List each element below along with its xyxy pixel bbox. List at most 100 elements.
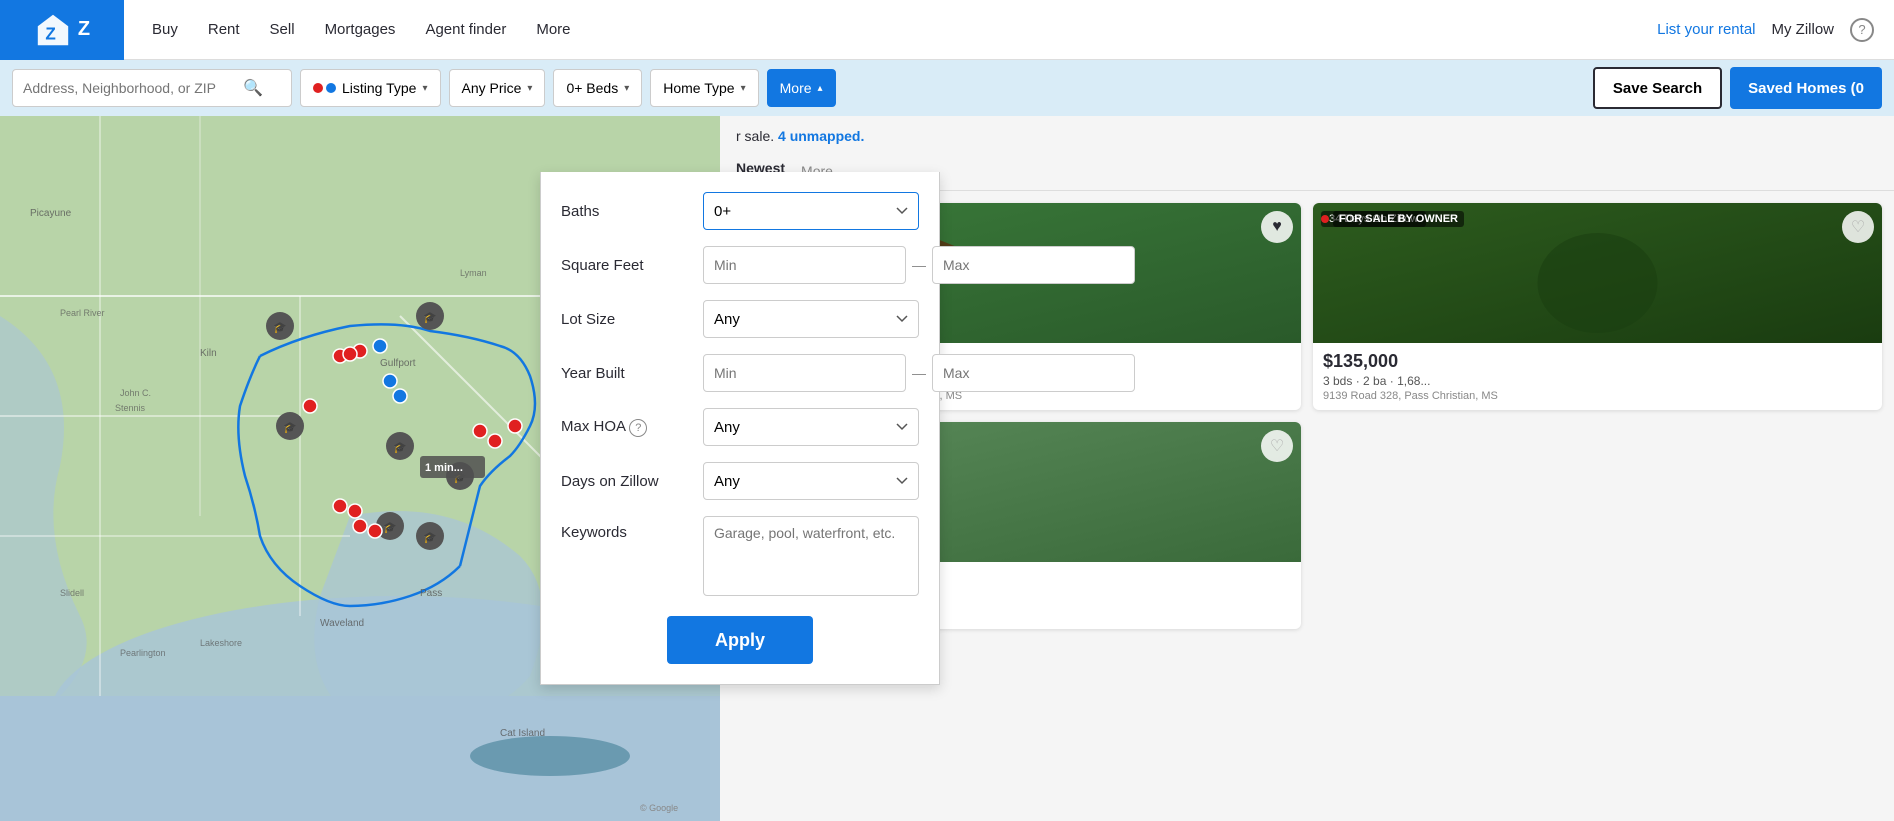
sqft-dash: — [912, 257, 926, 273]
listing-details: 3 bds · 2 ba · 1,68... [1323, 374, 1872, 388]
listing-image: 34 Days On Zillow FOR SALE BY OWNER ♡ [1313, 203, 1882, 343]
days-on-zillow-row: Days on Zillow Any 1 day 7 days 14 days … [561, 462, 919, 500]
svg-text:Stennis: Stennis [115, 403, 146, 413]
listings-count-text: r sale. [736, 128, 778, 144]
unmapped-count[interactable]: 4 unmapped. [778, 128, 864, 144]
lot-size-row: Lot Size Any 1,000 sqft 2,000 sqft 5,000… [561, 300, 919, 338]
badge-dot [1321, 215, 1329, 223]
more-filters-panel: Baths 0+ 1+ 1.5+ 2+ 3+ 4+ Square Feet — … [540, 172, 940, 685]
year-built-label: Year Built [561, 365, 691, 382]
listing-sqft: 1,68... [1397, 374, 1430, 388]
svg-text:Pearl River: Pearl River [60, 308, 105, 318]
home-type-filter[interactable]: Home Type ▾ [650, 69, 758, 107]
listing-type-filter[interactable]: Listing Type ▾ [300, 69, 441, 107]
svg-text:1 min...: 1 min... [425, 462, 463, 474]
svg-text:Pass: Pass [420, 588, 442, 599]
svg-text:🎓: 🎓 [283, 422, 297, 434]
sqft-row: Square Feet — [561, 246, 919, 284]
nav-buy[interactable]: Buy [140, 13, 190, 46]
save-listing-button[interactable]: ♡ [1842, 211, 1874, 243]
dot-red [313, 83, 323, 93]
svg-text:Slidell: Slidell [60, 588, 84, 598]
listings-header: r sale. 4 unmapped. [720, 116, 1894, 156]
apply-button[interactable]: Apply [667, 616, 813, 664]
search-icon: 🔍 [243, 78, 263, 98]
filter-bar: 🔍 Listing Type ▾ Any Price ▾ 0+ Beds ▾ H… [0, 60, 1894, 116]
more-chevron: ▴ [818, 83, 823, 94]
save-search-button[interactable]: Save Search [1593, 67, 1722, 109]
beds-chevron: ▾ [624, 83, 629, 94]
nav-sell[interactable]: Sell [258, 13, 307, 46]
beds-label: 0+ Beds [566, 80, 618, 96]
listing-info: $135,000 3 bds · 2 ba · 1,68... 9139 Roa… [1313, 343, 1882, 410]
year-built-row: Year Built — [561, 354, 919, 392]
listing-baths: 2 ba [1363, 374, 1386, 388]
max-hoa-select[interactable]: Any $100/mo $200/mo $300/mo $500/mo [703, 408, 919, 446]
help-button[interactable]: ? [1850, 18, 1874, 42]
keywords-row: Keywords [561, 516, 919, 596]
main-content: Picayune Pearl River John C. Stennis Kil… [0, 116, 1894, 821]
svg-text:Z: Z [45, 24, 55, 43]
listing-card[interactable]: 34 Days On Zillow FOR SALE BY OWNER ♡ $1… [1313, 203, 1882, 410]
price-label: Any Price [462, 80, 522, 96]
search-box[interactable]: 🔍 [12, 69, 292, 107]
baths-select[interactable]: 0+ 1+ 1.5+ 2+ 3+ 4+ [703, 192, 919, 230]
svg-text:Kiln: Kiln [200, 348, 217, 359]
lot-size-select[interactable]: Any 1,000 sqft 2,000 sqft 5,000 sqft 1 a… [703, 300, 919, 338]
nav-agent-finder[interactable]: Agent finder [413, 13, 518, 46]
nav-rent[interactable]: Rent [196, 13, 252, 46]
svg-text:© Google: © Google [640, 803, 678, 813]
zillow-wordmark: Z [78, 18, 90, 41]
svg-text:🎓: 🎓 [423, 312, 437, 324]
svg-text:🎓: 🎓 [423, 532, 437, 544]
svg-text:Lyman: Lyman [460, 268, 487, 278]
listing-address: 9139 Road 328, Pass Christian, MS [1323, 390, 1872, 402]
nav-right: List your rental My Zillow ? [1657, 18, 1894, 42]
max-hoa-label: Max HOA ? [561, 418, 691, 437]
more-filter[interactable]: More ▴ [767, 69, 836, 107]
svg-text:🎓: 🎓 [383, 522, 397, 534]
more-label: More [780, 80, 812, 96]
svg-text:Waveland: Waveland [320, 618, 364, 629]
top-nav: Z Z Buy Rent Sell Mortgages Agent finder… [0, 0, 1894, 60]
sqft-inputs: — [703, 246, 1135, 284]
beds-filter[interactable]: 0+ Beds ▾ [553, 69, 642, 107]
listing-price: $135,000 [1323, 351, 1872, 372]
lot-size-label: Lot Size [561, 311, 691, 328]
list-your-rental-link[interactable]: List your rental [1657, 21, 1755, 38]
year-dash: — [912, 365, 926, 381]
home-type-label: Home Type [663, 80, 734, 96]
baths-row: Baths 0+ 1+ 1.5+ 2+ 3+ 4+ [561, 192, 919, 230]
price-chevron: ▾ [527, 83, 532, 94]
dot-blue [326, 83, 336, 93]
hoa-help-icon[interactable]: ? [629, 419, 647, 437]
zillow-logo-icon: Z [34, 11, 72, 49]
days-on-zillow-label: Days on Zillow [561, 473, 691, 490]
saved-homes-button[interactable]: Saved Homes (0 [1730, 67, 1882, 109]
svg-text:Pearlington: Pearlington [120, 648, 166, 658]
listing-beds: 3 bds [1323, 374, 1352, 388]
nav-more[interactable]: More [524, 13, 582, 46]
price-filter[interactable]: Any Price ▾ [449, 69, 546, 107]
logo-area[interactable]: Z Z [0, 0, 124, 60]
listing-type-chevron: ▾ [422, 83, 427, 94]
svg-text:Gulfport: Gulfport [380, 358, 416, 369]
listing-type-label: Listing Type [342, 80, 416, 96]
home-type-chevron: ▾ [741, 83, 746, 94]
save-listing-button[interactable]: ♥ [1261, 211, 1293, 243]
my-zillow-link[interactable]: My Zillow [1772, 21, 1835, 38]
year-built-min-input[interactable] [703, 354, 906, 392]
svg-text:🎓: 🎓 [273, 322, 287, 334]
year-built-max-input[interactable] [932, 354, 1135, 392]
sqft-max-input[interactable] [932, 246, 1135, 284]
save-listing-button[interactable]: ♡ [1261, 430, 1293, 462]
svg-text:🎓: 🎓 [393, 442, 407, 454]
keywords-textarea[interactable] [703, 516, 919, 596]
search-input[interactable] [23, 80, 243, 96]
svg-text:Lakeshore: Lakeshore [200, 638, 242, 648]
days-on-zillow-select[interactable]: Any 1 day 7 days 14 days 30 days 90 days… [703, 462, 919, 500]
nav-mortgages[interactable]: Mortgages [313, 13, 408, 46]
sqft-min-input[interactable] [703, 246, 906, 284]
badge-text: FOR SALE BY OWNER [1333, 211, 1464, 227]
for-sale-badge: FOR SALE BY OWNER [1321, 211, 1464, 227]
